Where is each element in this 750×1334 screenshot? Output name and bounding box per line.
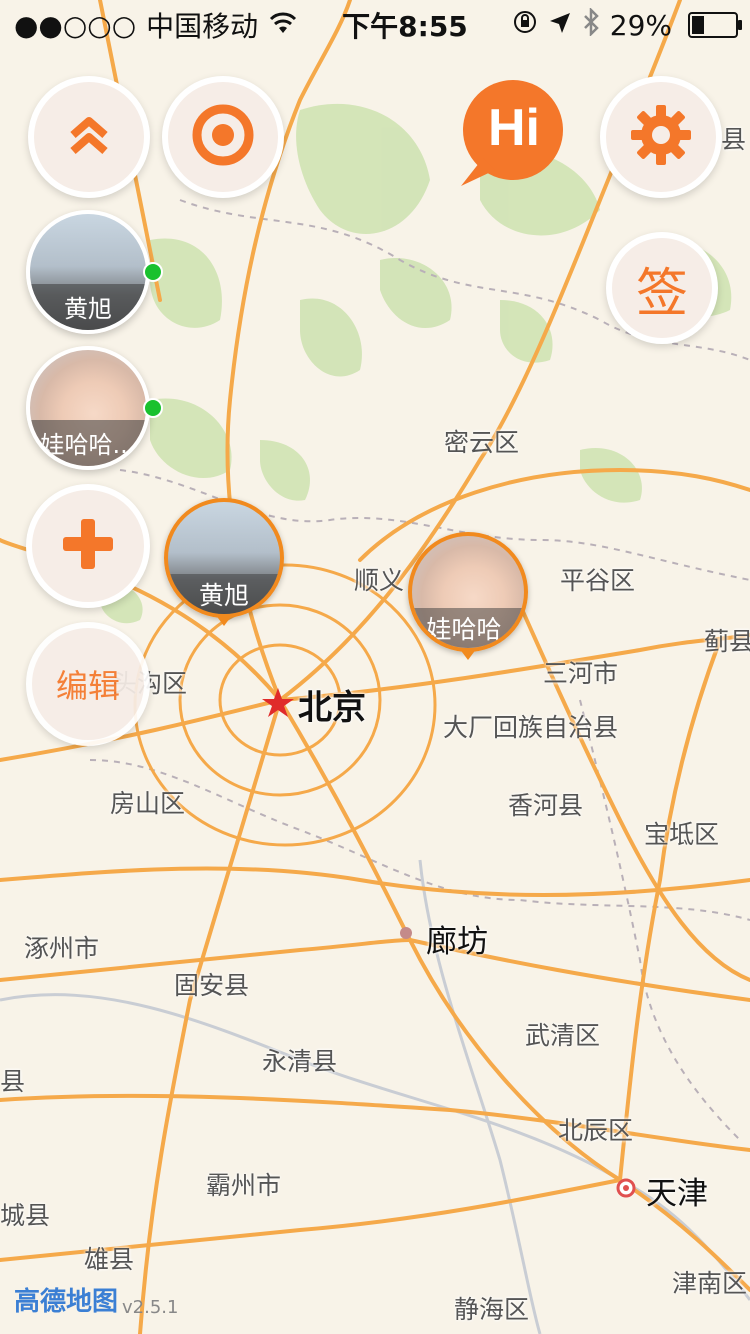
map-marker-friend[interactable]: 娃哈哈. bbox=[408, 532, 528, 652]
place-label: 武清区 bbox=[525, 1021, 601, 1050]
friend-avatar[interactable]: 黄旭 bbox=[26, 210, 150, 334]
bluetooth-icon bbox=[582, 6, 600, 43]
location-arrow-icon bbox=[548, 9, 572, 42]
battery-icon bbox=[687, 12, 742, 38]
online-indicator bbox=[143, 398, 163, 418]
marker-name: 黄旭 bbox=[168, 573, 280, 614]
locate-button[interactable] bbox=[162, 76, 284, 198]
sign-in-label: 签 bbox=[635, 263, 688, 324]
amap-logo: 高德地图 bbox=[14, 1287, 119, 1317]
friend-name: 黄旭 bbox=[30, 283, 146, 330]
place-label: 房山区 bbox=[110, 789, 186, 818]
place-label: 永清县 bbox=[262, 1047, 338, 1076]
edit-label: 编辑 bbox=[55, 667, 120, 705]
settings-button[interactable] bbox=[600, 76, 722, 198]
place-label: 平谷区 bbox=[560, 566, 636, 595]
place-label: 静海区 bbox=[454, 1295, 530, 1324]
rotation-lock-icon bbox=[512, 9, 538, 42]
wifi-icon bbox=[268, 9, 298, 42]
map-marker-friend[interactable]: 黄旭 bbox=[164, 498, 284, 618]
place-label: 密云区 bbox=[444, 428, 520, 457]
hi-label: Hi bbox=[488, 99, 540, 157]
edit-button[interactable]: 编辑 bbox=[26, 622, 150, 746]
chevrons-up-icon bbox=[67, 113, 111, 161]
place-label: 大厂回族自治县 bbox=[443, 713, 619, 742]
marker-pointer bbox=[215, 614, 233, 626]
marker-name: 娃哈哈. bbox=[412, 607, 524, 648]
place-label-city: 廊坊 bbox=[426, 924, 488, 960]
place-label: 津南区 bbox=[672, 1269, 748, 1298]
status-bar: ●●○○○ 中国移动 下午8:55 29% bbox=[0, 0, 750, 50]
marker-pointer bbox=[459, 648, 477, 660]
online-indicator bbox=[143, 262, 163, 282]
hi-button[interactable]: Hi bbox=[455, 78, 567, 190]
place-label: 霸州市 bbox=[206, 1171, 282, 1200]
friend-avatar[interactable]: 娃哈哈... bbox=[26, 346, 150, 470]
place-label: 涿州市 bbox=[24, 934, 100, 963]
clock: 下午8:55 bbox=[342, 10, 468, 43]
map-attribution: 高德地图 v2.5.1 bbox=[14, 1281, 178, 1318]
place-label: 香河县 bbox=[508, 791, 584, 820]
place-label: 县 bbox=[0, 1067, 26, 1096]
place-label: 三河市 bbox=[543, 659, 619, 688]
gear-icon bbox=[629, 103, 693, 171]
target-icon bbox=[191, 103, 255, 171]
place-label: 顺义 bbox=[354, 566, 405, 595]
place-label: 城县 bbox=[0, 1201, 51, 1230]
friend-name: 娃哈哈... bbox=[30, 419, 146, 466]
battery-percent: 29% bbox=[609, 8, 672, 42]
place-label: 固安县 bbox=[174, 971, 250, 1000]
add-friend-button[interactable] bbox=[26, 484, 150, 608]
sign-in-button[interactable]: 签 bbox=[606, 232, 718, 344]
carrier-name: 中国移动 bbox=[146, 10, 259, 43]
place-label: 蓟县 bbox=[704, 627, 750, 656]
collapse-button[interactable] bbox=[28, 76, 150, 198]
version-label: v2.5.1 bbox=[122, 1297, 179, 1318]
place-label-city: 天津 bbox=[646, 1176, 708, 1212]
signal-strength: ●●○○○ bbox=[14, 8, 137, 42]
place-label: 北辰区 bbox=[558, 1116, 634, 1145]
place-label: 雄县 bbox=[84, 1245, 135, 1274]
place-label: 宝坻区 bbox=[644, 820, 720, 849]
place-label-capital: 北京 bbox=[298, 688, 366, 728]
plus-icon bbox=[61, 517, 115, 575]
battery-fill bbox=[691, 16, 704, 34]
